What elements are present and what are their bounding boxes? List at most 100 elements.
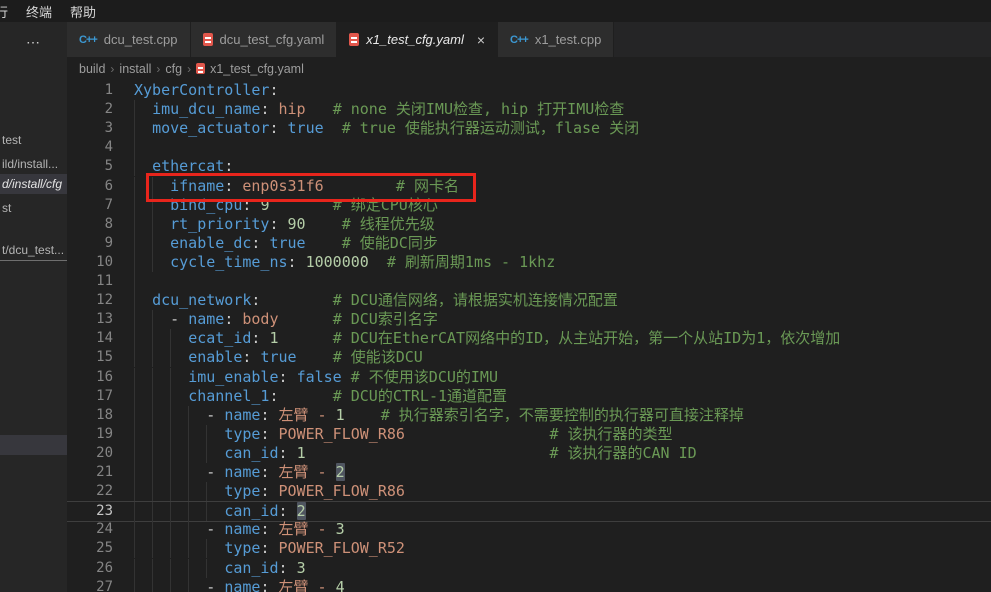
breadcrumb-item[interactable]: cfg bbox=[165, 62, 182, 76]
code-token: # DCU索引名字 bbox=[333, 310, 438, 328]
sidebar-item-1[interactable]: ild/install... bbox=[0, 154, 67, 174]
code-token: : bbox=[279, 444, 297, 462]
code-line-19[interactable]: 19 type: POWER_FLOW_R86 # 该执行器的类型 bbox=[67, 425, 991, 444]
gutter-line-number[interactable]: 21 bbox=[73, 463, 113, 482]
code-line-20[interactable]: 20 can_id: 1 # 该执行器的CAN ID bbox=[67, 444, 991, 463]
gutter-line-number[interactable]: 1 bbox=[73, 81, 113, 100]
gutter-line-number[interactable]: 10 bbox=[73, 253, 113, 272]
code-line-11[interactable]: 11 bbox=[67, 272, 991, 291]
gutter-line-number[interactable]: 4 bbox=[73, 138, 113, 157]
code-token bbox=[297, 348, 333, 366]
code-line-23[interactable]: 23 can_id: 2 bbox=[67, 501, 991, 522]
sidebar-item-0[interactable]: test bbox=[0, 130, 67, 150]
code-token: # 该执行器的类型 bbox=[549, 425, 672, 443]
code-token: can_id bbox=[224, 444, 278, 462]
code-line-content: type: POWER_FLOW_R86 # 该执行器的类型 bbox=[134, 425, 673, 444]
code-token: type bbox=[224, 539, 260, 557]
yaml-file-icon bbox=[196, 63, 205, 74]
code-line-15[interactable]: 15 enable: true # 使能该DCU bbox=[67, 348, 991, 367]
code-token bbox=[279, 329, 333, 347]
gutter-line-number[interactable]: 19 bbox=[73, 425, 113, 444]
code-line-content: - name: 左臂 - 1 # 执行器索引名字，不需要控制的执行器可直接注释掉 bbox=[134, 406, 744, 425]
code-line-27[interactable]: 27 - name: 左臂 - 4 bbox=[67, 578, 991, 592]
gutter-line-number[interactable]: 11 bbox=[73, 272, 113, 291]
code-token bbox=[134, 387, 188, 405]
gutter-line-number[interactable]: 27 bbox=[73, 578, 113, 592]
code-token bbox=[134, 291, 152, 309]
code-line-1[interactable]: 1XyberController: bbox=[67, 81, 991, 100]
menu-item-0[interactable]: 行 bbox=[0, 2, 17, 21]
sidebar-item-4[interactable]: t/dcu_test... bbox=[0, 240, 67, 260]
code-token: : bbox=[251, 234, 269, 252]
code-token bbox=[279, 310, 333, 328]
gutter-line-number[interactable]: 16 bbox=[73, 368, 113, 387]
gutter-line-number[interactable]: 22 bbox=[73, 482, 113, 501]
menu-item-1[interactable]: 终端 bbox=[17, 2, 61, 21]
code-line-14[interactable]: 14 ecat_id: 1 # DCU在EtherCAT网络中的ID，从主站开始… bbox=[67, 329, 991, 348]
code-line-25[interactable]: 25 type: POWER_FLOW_R52 bbox=[67, 539, 991, 558]
code-line-10[interactable]: 10 cycle_time_ns: 1000000 # 刷新周期1ms - 1k… bbox=[67, 253, 991, 272]
code-line-18[interactable]: 18 - name: 左臂 - 1 # 执行器索引名字，不需要控制的执行器可直接… bbox=[67, 406, 991, 425]
gutter-line-number[interactable]: 26 bbox=[73, 559, 113, 578]
gutter-line-number[interactable]: 6 bbox=[73, 177, 113, 196]
sidebar-item-2[interactable]: d/install/cfg bbox=[0, 174, 67, 194]
gutter-line-number[interactable]: 5 bbox=[73, 157, 113, 176]
code-line-8[interactable]: 8 rt_priority: 90 # 线程优先级 bbox=[67, 215, 991, 234]
gutter-line-number[interactable]: 12 bbox=[73, 291, 113, 310]
code-editor[interactable]: 1XyberController:2 imu_dcu_name: hip # n… bbox=[67, 81, 991, 592]
code-line-5[interactable]: 5 ethercat: bbox=[67, 157, 991, 176]
gutter-line-number[interactable]: 8 bbox=[73, 215, 113, 234]
code-token: 1 bbox=[336, 406, 345, 424]
tab-dcu_test_cfg.yaml[interactable]: dcu_test_cfg.yaml bbox=[191, 22, 338, 57]
gutter-line-number[interactable]: 15 bbox=[73, 348, 113, 367]
gutter-line-number[interactable]: 17 bbox=[73, 387, 113, 406]
code-line-3[interactable]: 3 move_actuator: true # true 使能执行器运动测试，f… bbox=[67, 119, 991, 138]
sidebar-selected-row[interactable] bbox=[0, 435, 67, 455]
code-line-13[interactable]: 13 - name: body # DCU索引名字 bbox=[67, 310, 991, 329]
code-line-2[interactable]: 2 imu_dcu_name: hip # none 关闭IMU检查, hip … bbox=[67, 100, 991, 119]
code-token bbox=[134, 502, 224, 520]
code-token bbox=[369, 253, 387, 271]
menu-item-2[interactable]: 帮助 bbox=[61, 2, 105, 21]
code-line-22[interactable]: 22 type: POWER_FLOW_R86 bbox=[67, 482, 991, 501]
breadcrumb-file[interactable]: x1_test_cfg.yaml bbox=[210, 62, 304, 76]
tab-x1_test.cpp[interactable]: C++x1_test.cpp bbox=[498, 22, 614, 57]
tab-x1_test_cfg.yaml[interactable]: x1_test_cfg.yaml× bbox=[337, 22, 498, 57]
code-line-content: - name: 左臂 - 2 bbox=[134, 463, 345, 482]
close-icon[interactable]: × bbox=[477, 33, 485, 47]
breadcrumb-item[interactable]: install bbox=[119, 62, 151, 76]
code-token: 1 bbox=[297, 444, 306, 462]
code-line-9[interactable]: 9 enable_dc: true # 使能DC同步 bbox=[67, 234, 991, 253]
code-line-4[interactable]: 4 bbox=[67, 138, 991, 157]
gutter-line-number[interactable]: 13 bbox=[73, 310, 113, 329]
code-line-7[interactable]: 7 bind_cpu: 9 # 绑定CPU核心 bbox=[67, 196, 991, 215]
gutter-line-number[interactable]: 20 bbox=[73, 444, 113, 463]
tab-label: dcu_test_cfg.yaml bbox=[220, 32, 325, 47]
gutter-line-number[interactable]: 25 bbox=[73, 539, 113, 558]
breadcrumb-item[interactable]: build bbox=[79, 62, 105, 76]
code-line-6[interactable]: 6 ifname: enp0s31f6 # 网卡名 bbox=[67, 177, 991, 196]
gutter-line-number[interactable]: 7 bbox=[73, 196, 113, 215]
sidebar-item-3[interactable]: st bbox=[0, 198, 67, 218]
code-line-24[interactable]: 24 - name: 左臂 - 3 bbox=[67, 520, 991, 539]
code-token bbox=[342, 368, 351, 386]
gutter-line-number[interactable]: 18 bbox=[73, 406, 113, 425]
code-token bbox=[134, 234, 170, 252]
gutter-line-number[interactable]: 24 bbox=[73, 520, 113, 539]
tab-dcu_test.cpp[interactable]: C++dcu_test.cpp bbox=[67, 22, 191, 57]
code-token: : bbox=[242, 196, 260, 214]
code-line-12[interactable]: 12 dcu_network: # DCU通信网络，请根据实机连接情况配置 bbox=[67, 291, 991, 310]
code-token: hip bbox=[279, 100, 306, 118]
code-token bbox=[134, 157, 152, 175]
gutter-line-number[interactable]: 14 bbox=[73, 329, 113, 348]
code-line-16[interactable]: 16 imu_enable: false # 不使用该DCU的IMU bbox=[67, 368, 991, 387]
code-line-21[interactable]: 21 - name: 左臂 - 2 bbox=[67, 463, 991, 482]
gutter-line-number[interactable]: 2 bbox=[73, 100, 113, 119]
gutter-line-number[interactable]: 3 bbox=[73, 119, 113, 138]
gutter-line-number[interactable]: 23 bbox=[73, 502, 113, 521]
code-line-26[interactable]: 26 can_id: 3 bbox=[67, 559, 991, 578]
more-actions-icon[interactable]: ⋯ bbox=[26, 34, 41, 51]
gutter-line-number[interactable]: 9 bbox=[73, 234, 113, 253]
code-token: # 不使用该DCU的IMU bbox=[351, 368, 498, 386]
code-line-17[interactable]: 17 channel_1: # DCU的CTRL-1通道配置 bbox=[67, 387, 991, 406]
